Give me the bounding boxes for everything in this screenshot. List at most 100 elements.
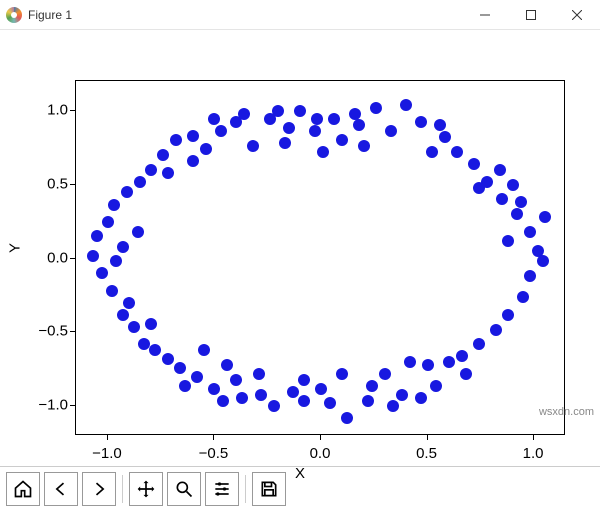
zoom-icon (174, 479, 194, 499)
data-point (494, 164, 506, 176)
data-point (106, 285, 118, 297)
data-point (502, 235, 514, 247)
data-point (473, 182, 485, 194)
data-point (279, 137, 291, 149)
data-point (502, 309, 514, 321)
data-point (309, 125, 321, 137)
data-point (283, 122, 295, 134)
minimize-button[interactable] (462, 0, 508, 30)
back-icon (51, 479, 71, 499)
data-point (524, 226, 536, 238)
data-point (490, 324, 502, 336)
data-point (108, 199, 120, 211)
data-point (287, 386, 299, 398)
data-point (396, 389, 408, 401)
window: Figure 1 Y X −1.0−0.50.00.51.0−1.0−0.50.… (0, 0, 600, 510)
data-point (215, 125, 227, 137)
data-point (324, 397, 336, 409)
window-title: Figure 1 (28, 8, 72, 22)
data-point (439, 131, 451, 143)
data-point (238, 108, 250, 120)
data-point (255, 389, 267, 401)
data-point (121, 186, 133, 198)
data-point (298, 395, 310, 407)
data-point (456, 350, 468, 362)
data-point (515, 196, 527, 208)
data-point (496, 193, 508, 205)
x-tick-label: −0.5 (199, 445, 229, 462)
y-tick-label: −0.5 (8, 323, 68, 340)
data-point (362, 395, 374, 407)
data-point (187, 155, 199, 167)
titlebar[interactable]: Figure 1 (0, 0, 600, 30)
maximize-button[interactable] (508, 0, 554, 30)
x-axis-label: X (295, 465, 305, 482)
y-tick-label: −1.0 (8, 397, 68, 414)
app-icon (6, 7, 22, 23)
axes-box[interactable] (75, 80, 565, 435)
data-point (110, 255, 122, 267)
data-point (117, 309, 129, 321)
data-point (162, 167, 174, 179)
configure-button[interactable] (205, 472, 239, 506)
data-point (294, 105, 306, 117)
data-point (400, 99, 412, 111)
y-tick-label: 0.5 (8, 175, 68, 192)
data-point (473, 338, 485, 350)
data-point (349, 108, 361, 120)
plot-area: Y X −1.0−0.50.00.51.0−1.0−0.50.00.51.0 w… (0, 30, 600, 466)
data-point (468, 158, 480, 170)
zoom-button[interactable] (167, 472, 201, 506)
data-point (208, 383, 220, 395)
close-button[interactable] (554, 0, 600, 30)
data-point (387, 400, 399, 412)
x-tick-label: 0.5 (416, 445, 437, 462)
home-button[interactable] (6, 472, 40, 506)
data-point (272, 105, 284, 117)
separator (122, 475, 123, 503)
forward-icon (89, 479, 109, 499)
back-button[interactable] (44, 472, 78, 506)
data-point (507, 179, 519, 191)
forward-button[interactable] (82, 472, 116, 506)
pan-icon (136, 479, 156, 499)
data-point (539, 211, 551, 223)
data-point (162, 353, 174, 365)
data-point (247, 140, 259, 152)
data-point (268, 400, 280, 412)
data-point (370, 102, 382, 114)
data-point (430, 380, 442, 392)
data-point (415, 392, 427, 404)
data-point (170, 134, 182, 146)
data-point (315, 383, 327, 395)
data-point (102, 216, 114, 228)
data-point (145, 318, 157, 330)
data-point (379, 368, 391, 380)
data-point (134, 176, 146, 188)
data-point (460, 368, 472, 380)
data-point (524, 270, 536, 282)
data-point (537, 255, 549, 267)
data-point (200, 143, 212, 155)
data-point (353, 119, 365, 131)
save-icon (259, 479, 279, 499)
data-point (145, 164, 157, 176)
pan-button[interactable] (129, 472, 163, 506)
x-tick-label: −1.0 (92, 445, 122, 462)
data-point (191, 371, 203, 383)
data-point (117, 241, 129, 253)
save-button[interactable] (252, 472, 286, 506)
data-point (217, 395, 229, 407)
separator (245, 475, 246, 503)
data-point (230, 374, 242, 386)
data-point (123, 297, 135, 309)
data-point (236, 392, 248, 404)
data-point (198, 344, 210, 356)
data-point (149, 344, 161, 356)
data-point (426, 146, 438, 158)
data-point (328, 113, 340, 125)
y-tick-label: 1.0 (8, 101, 68, 118)
data-point (317, 146, 329, 158)
data-point (208, 113, 220, 125)
data-point (128, 321, 140, 333)
